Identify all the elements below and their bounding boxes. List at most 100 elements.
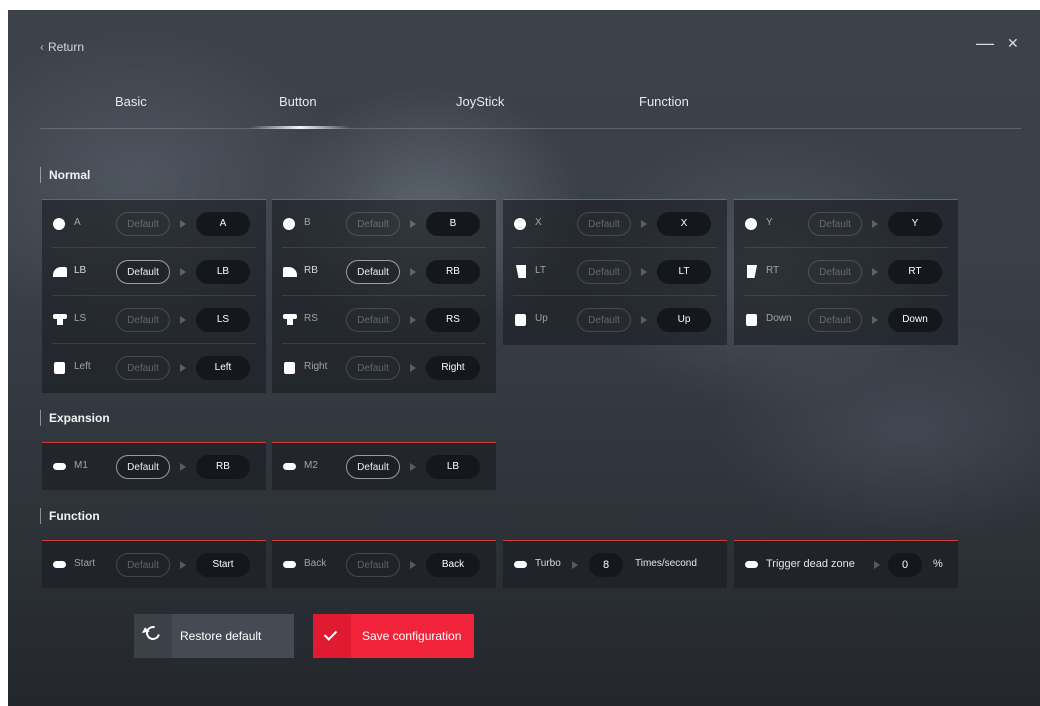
save-configuration-button[interactable]: Save configuration [313, 614, 474, 658]
section-title-expansion: Expansion [40, 410, 110, 426]
arrow-right-icon [872, 268, 878, 276]
tab-function[interactable]: Function [639, 94, 689, 109]
restore-default-label: Restore default [180, 629, 262, 643]
arrow-right-icon [180, 463, 186, 471]
active-tab-indicator [250, 126, 350, 129]
circle-button-icon [745, 218, 757, 230]
button-label: Right [304, 361, 328, 372]
turbo-rate-input[interactable]: 8 [589, 553, 623, 577]
default-toggle[interactable]: Default [346, 553, 400, 577]
expansion-panel-m2: M2 Default LB [272, 442, 496, 490]
mapped-key-selector[interactable]: Up [657, 308, 711, 332]
arrow-right-icon [180, 561, 186, 569]
mapped-key-selector[interactable]: LB [426, 455, 480, 479]
circle-button-icon [53, 218, 65, 230]
mapped-key-selector[interactable]: X [657, 212, 711, 236]
right-trigger-icon [747, 265, 757, 278]
default-toggle[interactable]: Default [346, 212, 400, 236]
default-toggle[interactable]: Default [577, 212, 631, 236]
default-toggle[interactable]: Default [808, 308, 862, 332]
default-toggle[interactable]: Default [577, 260, 631, 284]
arrow-right-icon [410, 364, 416, 372]
mapped-key-selector[interactable]: A [196, 212, 250, 236]
restore-default-button[interactable]: Restore default [134, 614, 294, 658]
setting-label: Trigger dead zone [766, 558, 855, 570]
close-button[interactable]: ✕ [1007, 34, 1019, 52]
button-label: A [74, 217, 81, 228]
section-title-function: Function [40, 508, 100, 524]
button-label: M1 [74, 460, 88, 471]
default-toggle[interactable]: Default [346, 308, 400, 332]
default-toggle[interactable]: Default [116, 260, 170, 284]
default-toggle[interactable]: Default [116, 212, 170, 236]
mapped-key-selector[interactable]: RB [196, 455, 250, 479]
default-toggle[interactable]: Default [116, 356, 170, 380]
tab-divider [40, 128, 1021, 129]
minimize-button[interactable]: — [976, 34, 994, 52]
mapping-row: Left Default Left [42, 344, 266, 392]
default-toggle[interactable]: Default [346, 260, 400, 284]
mapped-key-selector[interactable]: RB [426, 260, 480, 284]
arrow-right-icon [180, 220, 186, 228]
tab-basic[interactable]: Basic [115, 94, 147, 109]
arrow-right-icon [872, 220, 878, 228]
circle-button-icon [283, 218, 295, 230]
mapped-key-selector[interactable]: LS [196, 308, 250, 332]
tab-joystick[interactable]: JoyStick [456, 94, 504, 109]
button-label: X [535, 217, 542, 228]
mapping-row: RS Default RS [272, 296, 496, 344]
tab-button[interactable]: Button [279, 94, 317, 109]
mapping-row: RB Default RB [272, 248, 496, 296]
mapping-row: Y Default Y [734, 200, 958, 248]
expansion-panel-m1: M1 Default RB [42, 442, 266, 490]
mapped-key-selector[interactable]: Down [888, 308, 942, 332]
percent-unit: % [933, 558, 943, 570]
default-toggle[interactable]: Default [116, 553, 170, 577]
function-panel-back: Back Default Back [272, 540, 496, 588]
mapped-key-selector[interactable]: Start [196, 553, 250, 577]
app-window: ‹ Return — ✕ Basic Button JoyStick Funct… [8, 10, 1040, 706]
mapped-key-selector[interactable]: Right [426, 356, 480, 380]
mapping-row: X Default X [503, 200, 727, 248]
mapping-row: Right Default Right [272, 344, 496, 392]
mapped-key-selector[interactable]: RS [426, 308, 480, 332]
mapped-key-selector[interactable]: Y [888, 212, 942, 236]
setting-row: Turbo 8 Times/second [503, 541, 727, 589]
default-toggle[interactable]: Default [808, 260, 862, 284]
normal-panel-3: X Default X LT Default LT Up Default Up [503, 199, 727, 345]
arrow-right-icon [641, 268, 647, 276]
section-title-normal: Normal [40, 167, 90, 183]
mapped-key-selector[interactable]: Left [196, 356, 250, 380]
dead-zone-input[interactable]: 0 [888, 553, 922, 577]
default-toggle[interactable]: Default [116, 455, 170, 479]
default-toggle[interactable]: Default [808, 212, 862, 236]
dpad-right-icon [284, 362, 295, 374]
mapped-key-selector[interactable]: Back [426, 553, 480, 577]
mapped-key-selector[interactable]: LT [657, 260, 711, 284]
mapped-key-selector[interactable]: RT [888, 260, 942, 284]
default-toggle[interactable]: Default [346, 455, 400, 479]
mapping-row: M2 Default LB [272, 443, 496, 491]
mapped-key-selector[interactable]: LB [196, 260, 250, 284]
button-label: Down [766, 313, 792, 324]
pill-button-icon [283, 463, 296, 470]
mapped-key-selector[interactable]: B [426, 212, 480, 236]
arrow-right-icon [641, 220, 647, 228]
arrow-right-icon [410, 463, 416, 471]
arrow-right-icon [872, 316, 878, 324]
arrow-right-icon [641, 316, 647, 324]
default-toggle[interactable]: Default [346, 356, 400, 380]
function-panel-turbo: Turbo 8 Times/second [503, 540, 727, 588]
pill-button-icon [53, 463, 66, 470]
pill-button-icon [514, 561, 527, 568]
default-toggle[interactable]: Default [116, 308, 170, 332]
arrow-right-icon [180, 316, 186, 324]
default-toggle[interactable]: Default [577, 308, 631, 332]
arrow-right-icon [874, 561, 880, 569]
button-label: Left [74, 361, 91, 372]
mapping-row: Start Default Start [42, 541, 266, 589]
right-stick-icon [283, 314, 297, 325]
return-button[interactable]: ‹ Return [40, 40, 84, 54]
dpad-up-icon [515, 314, 526, 326]
pill-button-icon [745, 561, 758, 568]
